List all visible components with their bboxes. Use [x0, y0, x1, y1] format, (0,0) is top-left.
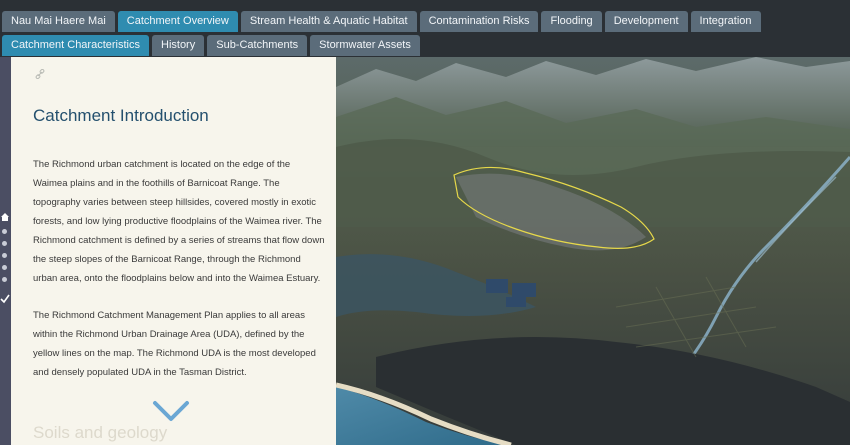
tab-stormwater-assets[interactable]: Stormwater Assets: [310, 35, 420, 56]
check-icon[interactable]: [0, 294, 10, 304]
tab-nau-mai-haere-mai[interactable]: Nau Mai Haere Mai: [2, 11, 115, 32]
section-dot[interactable]: [2, 241, 7, 246]
section-dot[interactable]: [2, 229, 7, 234]
uda-paragraph: The Richmond Catchment Management Plan a…: [33, 310, 316, 378]
tab-stream-health[interactable]: Stream Health & Aquatic Habitat: [240, 11, 417, 32]
tab-contamination-risks[interactable]: Contamination Risks: [419, 11, 539, 32]
section-title: Catchment Introduction: [33, 106, 209, 125]
tab-development[interactable]: Development: [604, 11, 688, 32]
section-dot[interactable]: [2, 265, 7, 270]
map-view[interactable]: [336, 57, 850, 445]
link-icon[interactable]: [35, 69, 45, 79]
primary-tabs: Nau Mai Haere Mai Catchment Overview Str…: [2, 11, 764, 32]
secondary-tabs: Catchment Characteristics History Sub-Ca…: [2, 35, 423, 56]
tab-catchment-overview[interactable]: Catchment Overview: [117, 11, 238, 32]
section-dot[interactable]: [2, 277, 7, 282]
tab-integration[interactable]: Integration: [690, 11, 761, 32]
home-icon[interactable]: [0, 212, 10, 222]
tab-catchment-characteristics[interactable]: Catchment Characteristics: [2, 35, 149, 56]
section-navigation: [0, 57, 11, 445]
chevron-down-icon[interactable]: [152, 399, 190, 425]
tab-sub-catchments[interactable]: Sub-Catchments: [207, 35, 308, 56]
story-panel: Catchment Introduction The Richmond urba…: [11, 57, 336, 445]
tab-flooding[interactable]: Flooding: [541, 11, 602, 32]
aerial-map-image: [336, 57, 850, 445]
top-navigation: Nau Mai Haere Mai Catchment Overview Str…: [0, 0, 850, 57]
next-section-heading: Soils and geology: [33, 423, 168, 442]
intro-paragraph: The Richmond urban catchment is located …: [33, 159, 325, 284]
tab-history[interactable]: History: [152, 35, 205, 56]
section-dot[interactable]: [2, 253, 7, 258]
